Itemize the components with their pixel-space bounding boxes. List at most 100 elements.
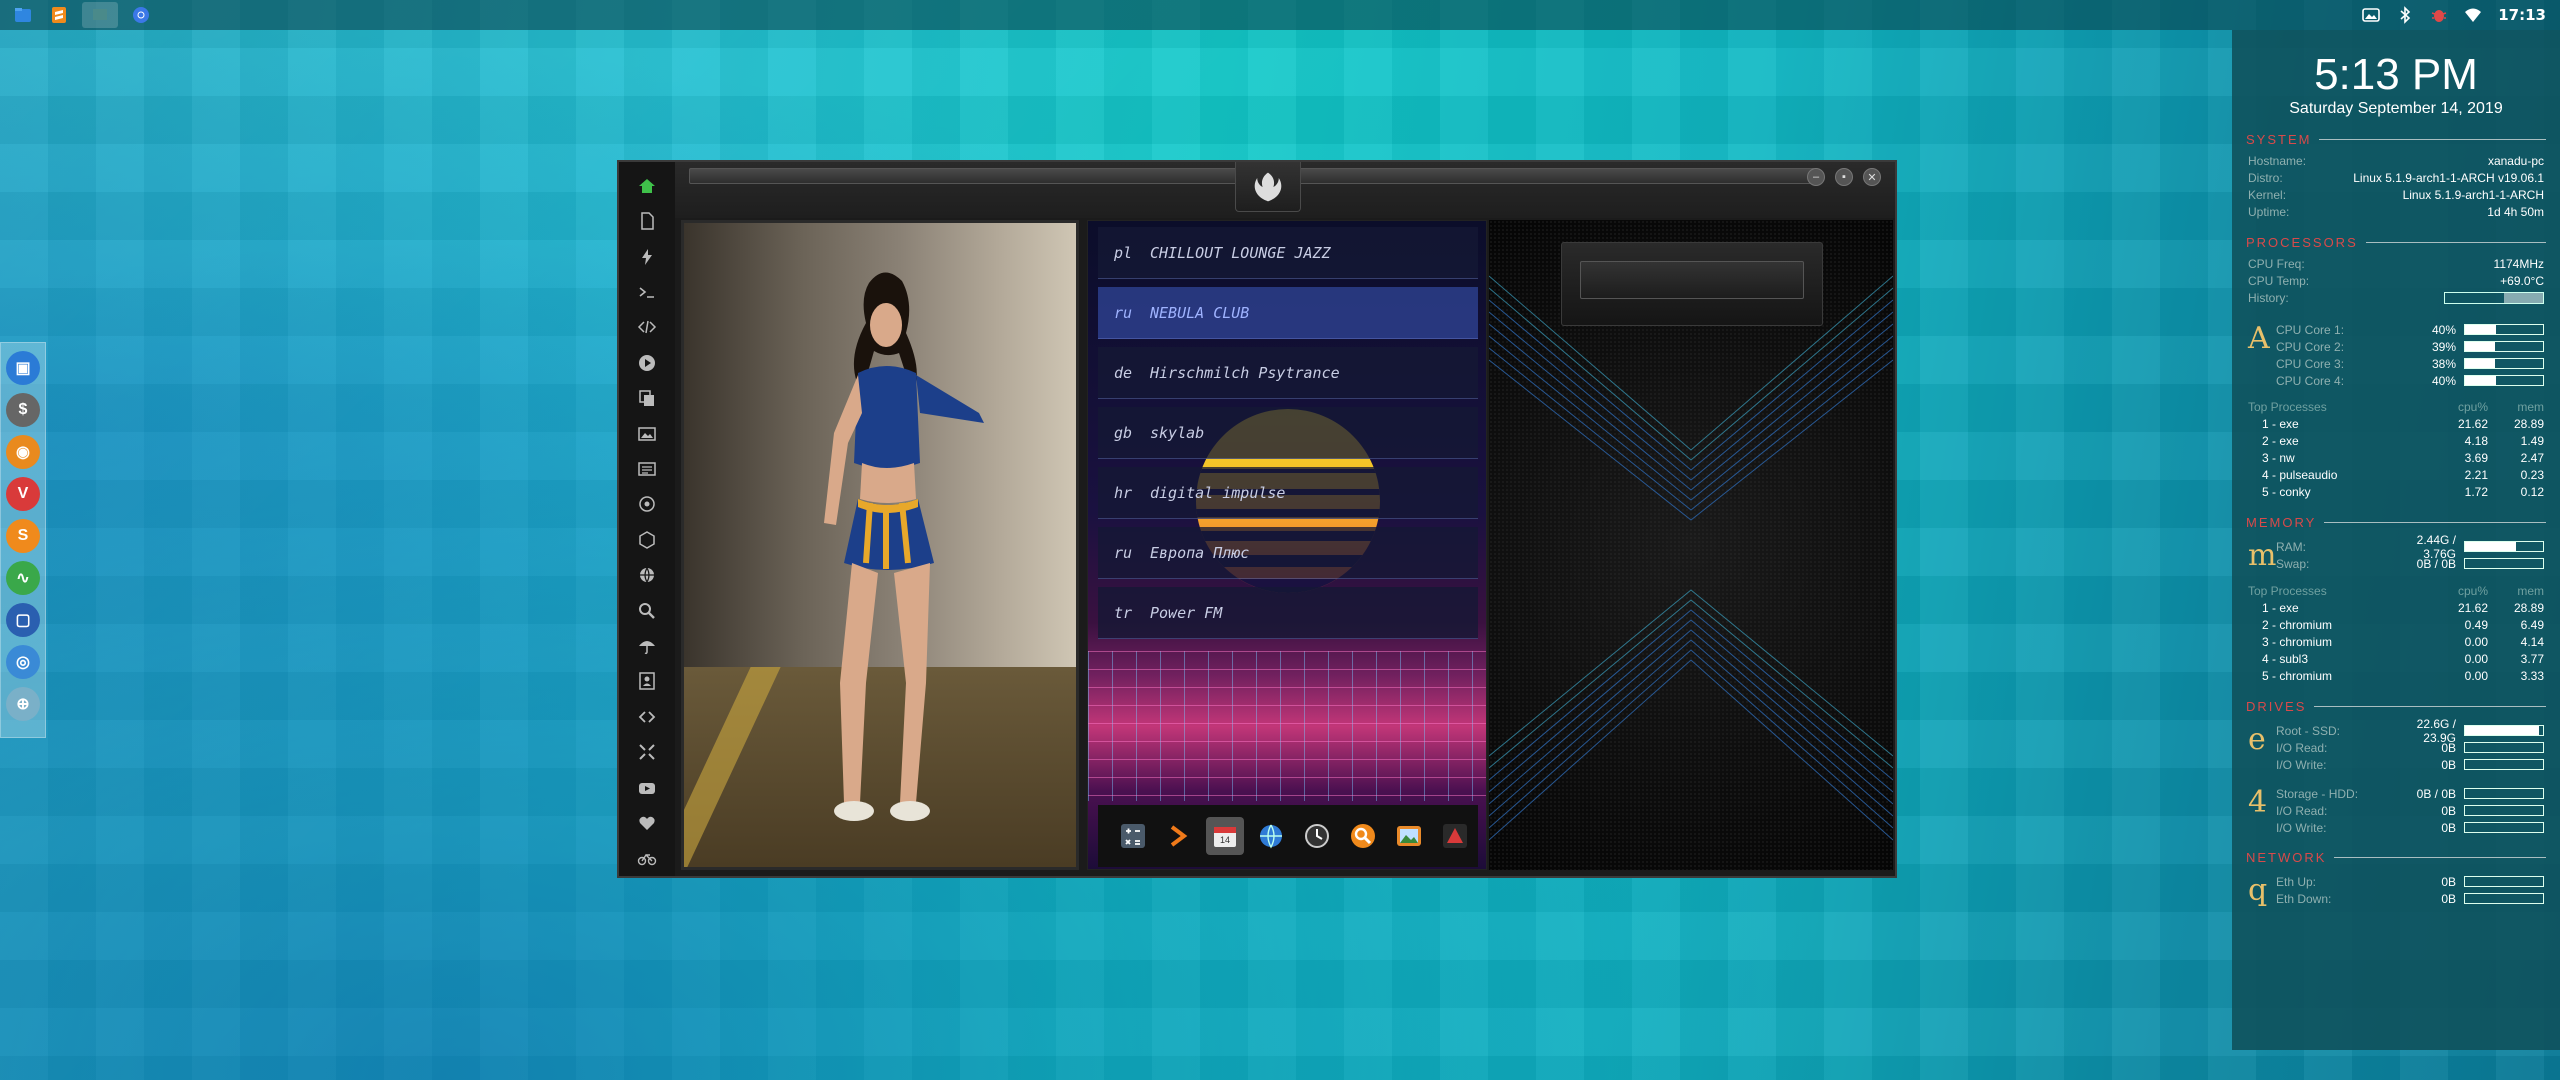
art-frame (1561, 242, 1823, 326)
document-icon[interactable] (633, 203, 661, 238)
clock[interactable]: 17:13 (2498, 6, 2546, 24)
conky-date: Saturday September 14, 2019 (2289, 100, 2503, 117)
image-viewer-icon[interactable] (1390, 817, 1428, 855)
root-drive-glyph: e (2248, 722, 2266, 757)
station-country-code: de (1114, 363, 1133, 382)
station-item[interactable]: ru NEBULA CLUB (1098, 287, 1478, 339)
window-thumb-icon[interactable] (82, 2, 118, 28)
process-row: 5 - conky 1.72 0.12 (2262, 485, 2544, 499)
heart-icon[interactable] (633, 805, 661, 840)
memory-row: RAM: 2.44G / 3.76G (2272, 533, 2544, 561)
wallpaper-photo (681, 220, 1079, 870)
pdf-icon[interactable] (1436, 817, 1474, 855)
home-icon[interactable] (633, 168, 661, 203)
drive-row: I/O Write: 0B (2272, 756, 2544, 773)
drive-row: I/O Read: 0B (2272, 802, 2544, 819)
dock: ▣ $ ◉ V S ∿ ▢ ◎ ⊕ (0, 342, 46, 738)
process-row: 3 - nw 3.69 2.47 (2262, 451, 2544, 465)
network-row: Eth Down: 0B (2272, 890, 2544, 907)
play-icon[interactable] (633, 345, 661, 380)
drive-row: Storage - HDD: 0B / 0B (2272, 785, 2544, 802)
browser-globe-icon[interactable] (1252, 817, 1290, 855)
system-info-row: Uptime: 1d 4h 50m (2248, 205, 2544, 219)
cpu-history-graph (2444, 292, 2544, 304)
globe-icon[interactable]: ⊕ (6, 687, 40, 721)
station-name: CHILLOUT LOUNGE JAZZ (1150, 243, 1331, 262)
pulse-icon[interactable]: ∿ (6, 561, 40, 595)
image-icon[interactable] (633, 416, 661, 451)
station-name: Power FM (1150, 603, 1223, 622)
station-country-code: gb (1114, 423, 1133, 442)
code-icon[interactable] (633, 310, 661, 345)
copy-icon[interactable] (633, 380, 661, 415)
minimize-button[interactable]: – (1807, 168, 1825, 186)
aperture-icon[interactable] (633, 487, 661, 522)
station-country-code: tr (1114, 603, 1133, 622)
decorative-art-panel (1489, 220, 1893, 870)
terminal-icon[interactable] (1160, 817, 1198, 855)
usage-bar (2464, 541, 2544, 552)
system-info-row: Kernel: Linux 5.1.9-arch1-1-ARCH (2248, 188, 2544, 202)
image-icon[interactable] (2362, 6, 2381, 24)
station-item[interactable]: de Hirschmilch Psytrance (1098, 347, 1478, 399)
sublime-icon[interactable] (46, 2, 72, 28)
search-icon[interactable] (633, 593, 661, 628)
umbrella-icon[interactable] (633, 628, 661, 663)
close-button[interactable]: ✕ (1863, 168, 1881, 186)
station-item[interactable]: pl CHILLOUT LOUNGE JAZZ (1098, 227, 1478, 279)
storage-drive-glyph: 4 (2248, 785, 2268, 820)
section-drives-title: DRIVES (2246, 699, 2546, 714)
sublime-s-icon[interactable]: S (6, 519, 40, 553)
rebel-alliance-icon[interactable] (1235, 162, 1301, 212)
screen-icon[interactable]: ▢ (6, 603, 40, 637)
wifi-icon[interactable] (2464, 6, 2482, 24)
calculator-icon[interactable] (1114, 817, 1152, 855)
chrome-icon[interactable]: ◎ (6, 645, 40, 679)
bug-icon[interactable] (2430, 6, 2448, 24)
news-icon[interactable] (633, 451, 661, 486)
youtube-icon[interactable] (633, 770, 661, 805)
usage-bar (2464, 805, 2544, 816)
money-icon[interactable]: $ (6, 393, 40, 427)
station-item[interactable]: hr digital impulse (1098, 467, 1478, 519)
chrome-icon[interactable] (128, 2, 154, 28)
expand-icon[interactable] (633, 735, 661, 770)
bluetooth-icon[interactable] (2396, 6, 2414, 24)
cpu-core-row: CPU Core 4: 40% (2272, 372, 2544, 389)
drive-row: I/O Read: 0B (2272, 739, 2544, 756)
radio-station-list: pl CHILLOUT LOUNGE JAZZ ru NEBULA CLUB de Hir… (1087, 220, 1487, 870)
contact-icon[interactable] (633, 664, 661, 699)
usage-bar (2464, 788, 2544, 799)
station-item[interactable]: gb skylab (1098, 407, 1478, 459)
app-sidebar (619, 162, 675, 876)
hexagon-icon[interactable] (633, 522, 661, 557)
process-row: 5 - chromium 0.00 3.33 (2262, 669, 2544, 683)
window-titlebar: – ▪ ✕ (675, 162, 1895, 218)
top-panel: 17:13 (0, 0, 2560, 30)
ubuntu-icon[interactable]: ◉ (6, 435, 40, 469)
svg-text:14: 14 (1220, 835, 1230, 845)
clock-icon[interactable] (1298, 817, 1336, 855)
bicycle-icon[interactable] (633, 841, 661, 876)
files-icon[interactable]: ▣ (6, 351, 40, 385)
vivaldi-icon[interactable]: V (6, 477, 40, 511)
bolt-icon[interactable] (633, 239, 661, 274)
section-network-title: NETWORK (2246, 850, 2546, 865)
globe-icon[interactable] (633, 557, 661, 592)
conky-system-monitor: 5:13 PM Saturday September 14, 2019 SYST… (2232, 30, 2560, 1050)
files-icon[interactable] (10, 2, 36, 28)
station-item[interactable]: tr Power FM (1098, 587, 1478, 639)
maximize-button[interactable]: ▪ (1835, 168, 1853, 186)
network-glyph: q (2248, 873, 2268, 908)
station-item[interactable]: ru Европа Плюс (1098, 527, 1478, 579)
station-name: digital impulse (1150, 483, 1286, 502)
usage-bar (2464, 742, 2544, 753)
usage-bar (2464, 375, 2544, 386)
tag-code-icon[interactable] (633, 699, 661, 734)
mem-top-processes-header: Top Processes cpu% mem (2248, 584, 2544, 598)
terminal-icon[interactable] (633, 274, 661, 309)
conky-time: 5:13 PM (2314, 50, 2478, 99)
memory-row: Swap: 0B / 0B (2272, 555, 2544, 572)
calendar-icon[interactable]: 14 (1206, 817, 1244, 855)
search-icon[interactable] (1344, 817, 1382, 855)
